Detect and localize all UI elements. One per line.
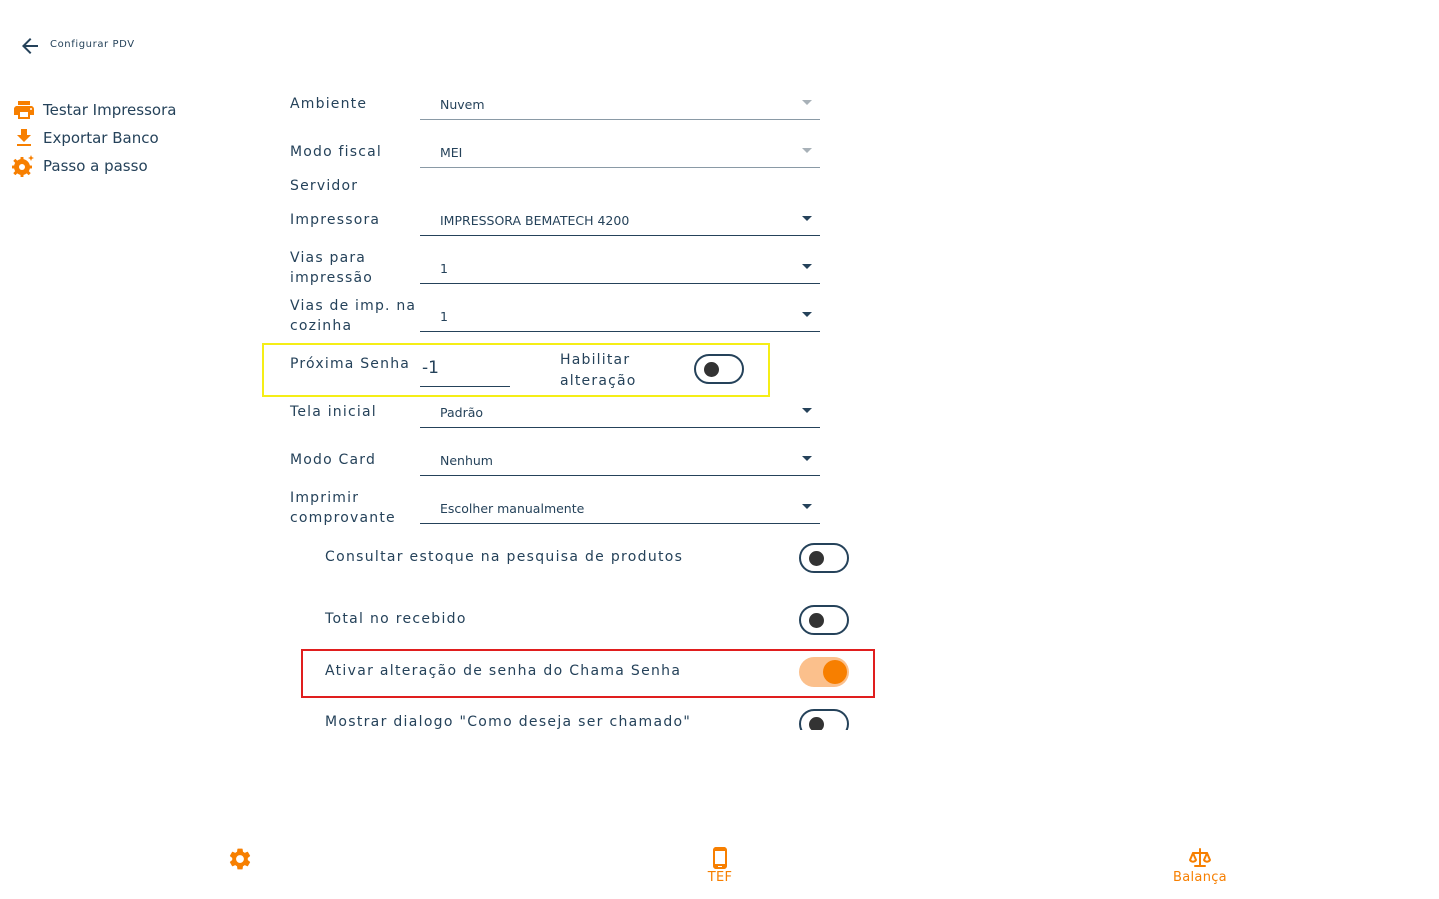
ambiente-value: Nuvem [440, 97, 485, 112]
toggle-knob [704, 362, 719, 377]
impressora-label: Impressora [290, 212, 381, 228]
nav-label-balanca: Balança [1173, 870, 1227, 885]
download-icon [17, 129, 31, 146]
tela-inicial-select[interactable]: Padrão [420, 393, 820, 428]
modo-fiscal-select: MEI [420, 133, 820, 168]
page-title: Configurar PDV [50, 39, 135, 50]
toggle-knob [809, 717, 824, 730]
ambiente-select: Nuvem [420, 85, 820, 120]
ambiente-label: Ambiente [290, 96, 368, 112]
ativar-alteracao-senha-toggle[interactable] [799, 657, 849, 687]
modo-card-value: Nenhum [440, 453, 493, 468]
sidebar-item-label: Exportar Banco [43, 129, 159, 147]
imprimir-comprovante-label: Imprimir comprovante [290, 490, 396, 526]
ativar-alteracao-senha-label: Ativar alteração de senha do Chama Senha [325, 663, 682, 679]
nav-item-balanca[interactable]: Balança [1160, 846, 1240, 890]
toggle-knob [809, 551, 824, 566]
toggle-knob [823, 660, 847, 684]
gear-sparkle-icon [12, 155, 34, 177]
proxima-senha-value: -1 [422, 358, 439, 378]
modo-fiscal-value: MEI [440, 145, 463, 160]
chevron-down-icon [802, 504, 812, 509]
scale-icon [1189, 848, 1211, 867]
imprimir-comprovante-value: Escolher manualmente [440, 501, 585, 516]
proxima-senha-label: Próxima Senha [290, 356, 411, 372]
chevron-down-icon [802, 148, 812, 153]
nav-label-tef: TEF [707, 870, 733, 885]
mostrar-dialogo-row: Mostrar dialogo "Como deseja ser chamado… [300, 706, 880, 730]
impressora-value: IMPRESSORA BEMATECH 4200 [440, 213, 630, 228]
sidebar-item-label: Passo a passo [43, 157, 148, 175]
tablet-icon [713, 847, 727, 869]
sidebar-item-label: Testar Impressora [43, 101, 177, 119]
nav-item-tef[interactable]: TEF [690, 846, 750, 890]
vias-cozinha-label: Vias de imp. na cozinha [290, 298, 417, 334]
gear-icon [229, 848, 251, 870]
back-button[interactable] [18, 34, 42, 58]
consultar-estoque-toggle[interactable] [799, 543, 849, 573]
servidor-label: Servidor [290, 178, 359, 194]
sidebar-item-exportar-banco[interactable]: Exportar Banco [12, 126, 159, 150]
modo-card-label: Modo Card [290, 452, 377, 468]
imprimir-comprovante-select[interactable]: Escolher manualmente [420, 489, 820, 524]
chevron-down-icon [802, 100, 812, 105]
tela-inicial-value: Padrão [440, 405, 484, 420]
vias-impressao-value: 1 [440, 261, 448, 276]
toggle-knob [809, 613, 824, 628]
mostrar-dialogo-label: Mostrar dialogo "Como deseja ser chamado… [325, 714, 692, 730]
habilitar-alteracao-label: Habilitar alteração [560, 352, 637, 389]
habilitar-alteracao-toggle[interactable] [694, 354, 744, 384]
proxima-senha-input[interactable]: -1 [420, 352, 510, 387]
impressora-select[interactable]: IMPRESSORA BEMATECH 4200 [420, 201, 820, 236]
tela-inicial-label: Tela inicial [290, 404, 377, 420]
chevron-down-icon [802, 408, 812, 413]
printer-icon [14, 101, 34, 119]
total-recebido-label: Total no recebido [325, 611, 467, 627]
vias-impressao-label: Vias para impressão [290, 250, 374, 286]
chevron-down-icon [802, 312, 812, 317]
vias-impressao-select[interactable]: 1 [420, 249, 820, 284]
chevron-down-icon [802, 264, 812, 269]
sidebar-item-passo-a-passo[interactable]: Passo a passo [12, 154, 148, 178]
arrow-left-icon [22, 38, 38, 54]
mostrar-dialogo-toggle[interactable] [799, 709, 849, 730]
total-recebido-toggle[interactable] [799, 605, 849, 635]
modo-card-select[interactable]: Nenhum [420, 441, 820, 476]
chevron-down-icon [802, 216, 812, 221]
nav-item-settings[interactable] [220, 846, 260, 876]
vias-cozinha-select[interactable]: 1 [420, 297, 820, 332]
sidebar-item-testar-impressora[interactable]: Testar Impressora [12, 98, 176, 122]
modo-fiscal-label: Modo fiscal [290, 144, 383, 160]
vias-cozinha-value: 1 [440, 309, 448, 324]
consultar-estoque-label: Consultar estoque na pesquisa de produto… [325, 549, 684, 565]
chevron-down-icon [802, 456, 812, 461]
